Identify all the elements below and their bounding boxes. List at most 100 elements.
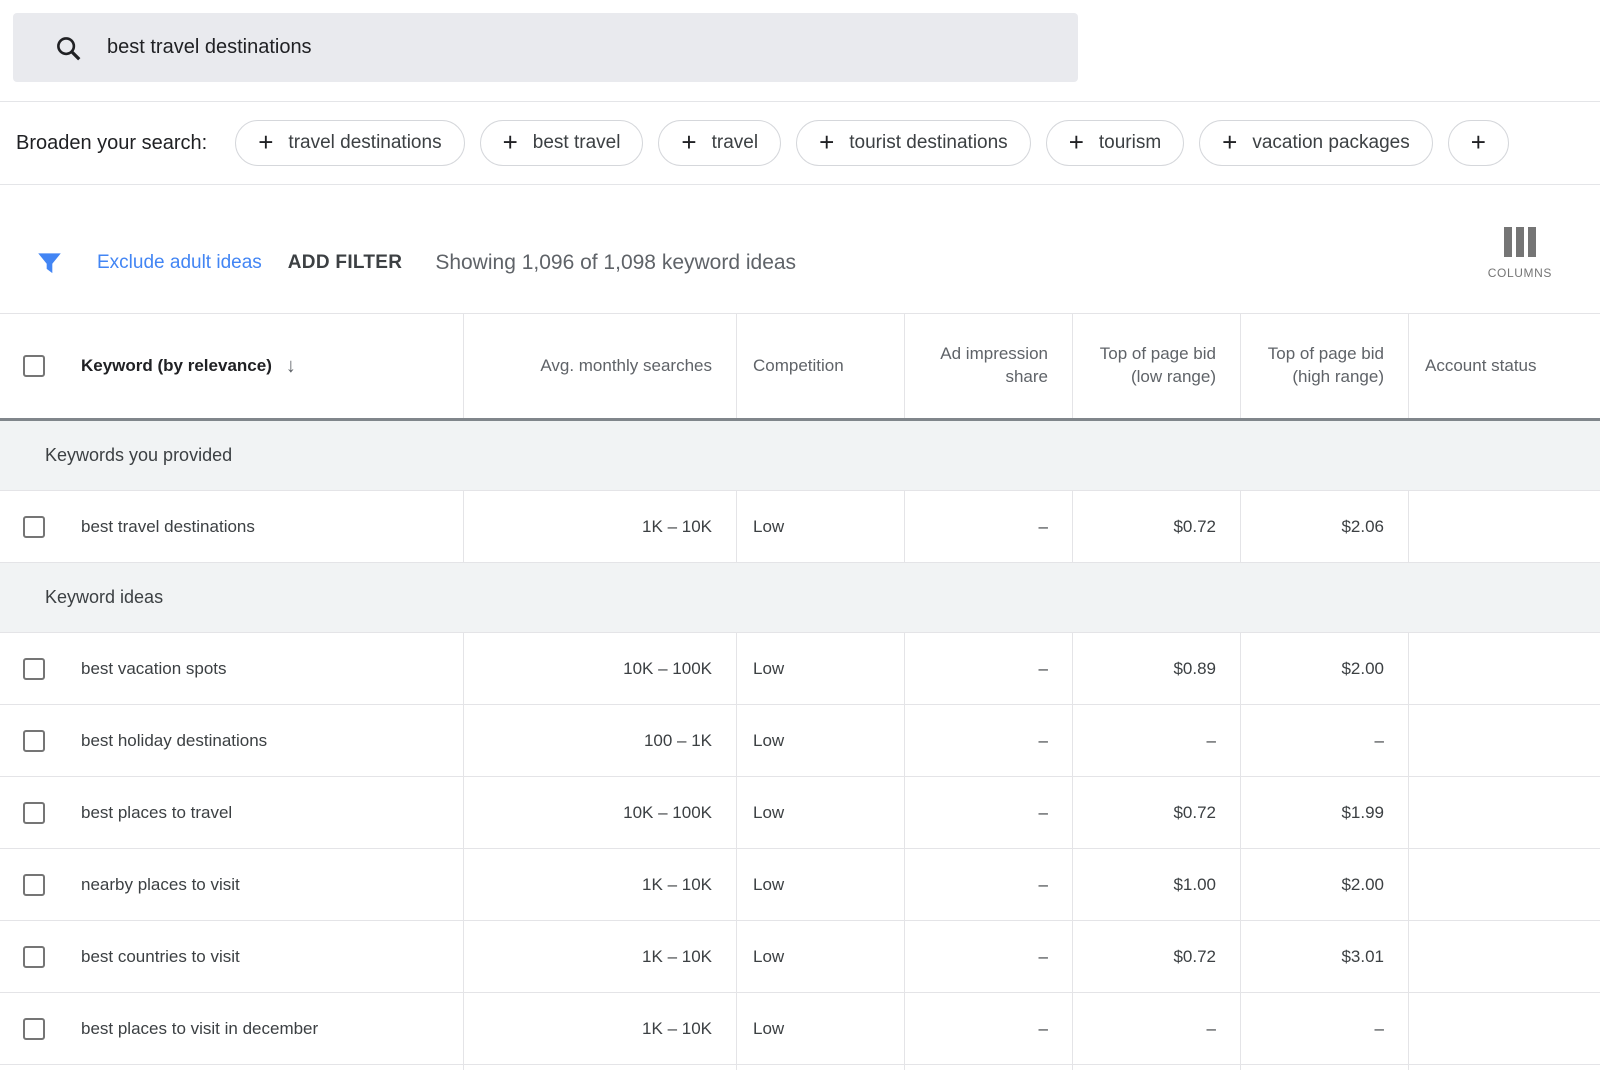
cell-value: –: [1039, 875, 1048, 895]
cell-value: –: [1039, 517, 1048, 537]
cell-value: –: [1039, 1019, 1048, 1039]
keyword-cell: best travel destinations: [81, 517, 255, 537]
keyword-cell: nearby places to visit: [81, 875, 240, 895]
account-status-header[interactable]: Account status: [1425, 355, 1537, 378]
competition-header[interactable]: Competition: [753, 355, 844, 378]
broaden-search-row: Broaden your search: +travel destination…: [0, 102, 1600, 184]
cell-value: 100 – 1K: [644, 731, 712, 751]
avg-monthly-searches-cell: 100 – 1K: [463, 705, 736, 776]
row-checkbox[interactable]: [23, 1018, 45, 1040]
top-of-page-bid-high-cell: $1.99: [1240, 777, 1408, 848]
cell-value: 10K – 100K: [623, 659, 712, 679]
cell-value: –: [1039, 803, 1048, 823]
ad-impression-share-cell: –: [904, 777, 1072, 848]
keyword-cell: best holiday destinations: [81, 731, 267, 751]
cell: [463, 1065, 736, 1070]
broaden-chip[interactable]: +travel destinations: [235, 120, 464, 166]
broaden-label: Broaden your search:: [16, 132, 207, 155]
row-checkbox[interactable]: [23, 802, 45, 824]
broaden-chip[interactable]: +tourism: [1046, 120, 1184, 166]
top-of-page-bid-low-cell: $1.00: [1072, 849, 1240, 920]
table-body: Keywords you providedbest travel destina…: [0, 421, 1600, 1070]
keyword-cell: best places to travel: [81, 803, 232, 823]
search-icon: [53, 33, 83, 63]
broaden-chip[interactable]: +tourist destinations: [796, 120, 1031, 166]
top-of-page-bid-low-header[interactable]: Top of page bid (low range): [1085, 343, 1216, 389]
broaden-chip[interactable]: +best travel: [480, 120, 644, 166]
competition-cell: Low: [736, 491, 904, 562]
table-row[interactable]: best places to visit in december1K – 10K…: [0, 993, 1600, 1065]
exclude-adult-ideas-link[interactable]: Exclude adult ideas: [97, 252, 262, 274]
sort-descending-icon[interactable]: ↓: [286, 355, 296, 378]
cell-value: –: [1207, 1019, 1216, 1039]
row-checkbox[interactable]: [23, 516, 45, 538]
ad-impression-share-cell: –: [904, 491, 1072, 562]
add-filter-button[interactable]: ADD FILTER: [288, 252, 403, 274]
top-of-page-bid-high-cell: –: [1240, 993, 1408, 1064]
search-input[interactable]: [107, 36, 1078, 59]
broaden-chip[interactable]: +travel: [658, 120, 781, 166]
cell-value: 1K – 10K: [642, 875, 712, 895]
avg-monthly-searches-header[interactable]: Avg. monthly searches: [540, 355, 712, 378]
row-checkbox[interactable]: [23, 874, 45, 896]
chip-label: vacation packages: [1252, 132, 1409, 154]
chip-label: travel: [712, 132, 758, 154]
cell-value: –: [1039, 731, 1048, 751]
cell-value: Low: [753, 1019, 784, 1039]
broaden-chip[interactable]: +vacation packages: [1199, 120, 1433, 166]
table-row[interactable]: best travel destinations 1K – 10K Low – $0.7…: [0, 491, 1600, 563]
cell: [1408, 1065, 1600, 1070]
top-of-page-bid-low-cell: $0.72: [1072, 491, 1240, 562]
competition-cell: Low: [736, 849, 904, 920]
ad-impression-share-cell: –: [904, 633, 1072, 704]
columns-label: COLUMNS: [1488, 266, 1552, 280]
chip-label: tourism: [1099, 132, 1161, 154]
table-row[interactable]: nearby places to visit 1K – 10K Low – $1.00 $…: [0, 849, 1600, 921]
broaden-chip-partial[interactable]: +: [1448, 120, 1509, 166]
ad-impression-share-cell: –: [904, 921, 1072, 992]
table-row-partial: [0, 1065, 1600, 1070]
keyword-column-header[interactable]: Keyword (by relevance): [81, 356, 272, 376]
competition-cell: Low: [736, 993, 904, 1064]
cell-value: 1K – 10K: [642, 517, 712, 537]
cell-value: Low: [753, 659, 784, 679]
cell-value: $2.00: [1341, 875, 1384, 895]
table-row[interactable]: best places to travel10K – 100KLow–$0.72…: [0, 777, 1600, 849]
table-row[interactable]: best holiday destinations100 – 1KLow–––: [0, 705, 1600, 777]
row-checkbox[interactable]: [23, 946, 45, 968]
table-row[interactable]: best countries to visit1K – 10KLow–$0.72…: [0, 921, 1600, 993]
cell-value: Low: [753, 517, 784, 537]
top-of-page-bid-high-cell: $3.01: [1240, 921, 1408, 992]
row-checkbox[interactable]: [23, 730, 45, 752]
cell-value: $0.72: [1173, 947, 1216, 967]
competition-cell: Low: [736, 777, 904, 848]
ad-impression-share-cell: –: [904, 849, 1072, 920]
keyword-search-bar[interactable]: [13, 13, 1078, 82]
cell-value: $2.06: [1341, 517, 1384, 537]
ad-impression-share-cell: –: [904, 705, 1072, 776]
columns-button[interactable]: COLUMNS: [1488, 227, 1552, 280]
cell-value: $2.00: [1341, 659, 1384, 679]
top-of-page-bid-high-cell: $2.00: [1240, 849, 1408, 920]
ad-impression-share-header[interactable]: Ad impression share: [917, 343, 1048, 389]
cell-value: –: [1375, 1019, 1384, 1039]
cell-value: –: [1207, 731, 1216, 751]
chip-label: tourist destinations: [849, 132, 1007, 154]
account-status-cell: [1408, 705, 1600, 776]
cell: [0, 1065, 463, 1070]
select-all-checkbox[interactable]: [23, 355, 45, 377]
competition-cell: Low: [736, 921, 904, 992]
keyword-ideas-table: Keyword (by relevance) ↓ Avg. monthly se…: [0, 313, 1600, 1070]
columns-icon: [1504, 227, 1536, 257]
avg-monthly-searches-cell: 1K – 10K: [463, 849, 736, 920]
filter-icon: [36, 250, 63, 277]
top-of-page-bid-high-header[interactable]: Top of page bid (high range): [1253, 343, 1384, 389]
competition-cell: Low: [736, 705, 904, 776]
table-row[interactable]: best vacation spots10K – 100KLow–$0.89$2…: [0, 633, 1600, 705]
cell-value: 1K – 10K: [642, 947, 712, 967]
keyword-cell: best vacation spots: [81, 659, 227, 679]
row-checkbox[interactable]: [23, 658, 45, 680]
account-status-cell: [1408, 777, 1600, 848]
account-status-cell: [1408, 993, 1600, 1064]
cell-value: $1.99: [1341, 803, 1384, 823]
